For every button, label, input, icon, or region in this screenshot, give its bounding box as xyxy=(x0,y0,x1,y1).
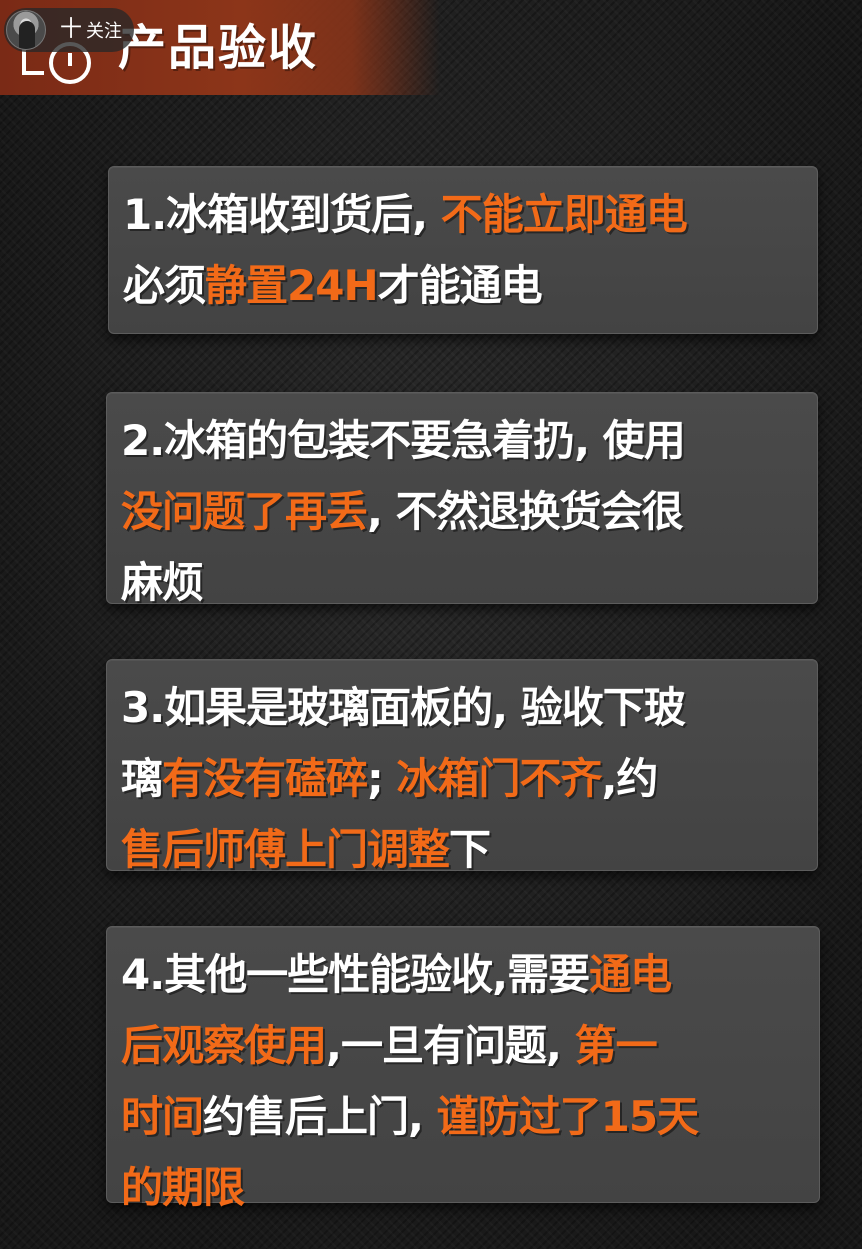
card-line: 麻烦 xyxy=(121,547,817,618)
card-line: 售后师傅上门调整下 xyxy=(121,814,817,885)
tip-card-2: 2.冰箱的包装不要急着扔, 使用 没问题了再丢, 不然退换货会很 麻烦 xyxy=(106,392,818,607)
follow-label: 关注 xyxy=(86,21,123,42)
avatar[interactable] xyxy=(6,10,46,50)
highlight-text: 不能立即通电 xyxy=(440,190,688,239)
card-line: 没问题了再丢, 不然退换货会很 xyxy=(121,476,817,547)
card-line: 时间约售后上门, 谨防过了15天 xyxy=(121,1081,819,1152)
body-text: 2.冰箱的包装不要急着扔, 使用 xyxy=(121,416,686,465)
body-text: , 不然退换货会很 xyxy=(367,487,684,536)
card-line: 3.如果是玻璃面板的, 验收下玻 xyxy=(121,672,817,743)
highlight-text: 的期限 xyxy=(121,1163,245,1212)
body-text: ,约 xyxy=(601,754,658,803)
tip-card-1: 1.冰箱收到货后, 不能立即通电 必须静置24H才能通电 xyxy=(108,166,818,334)
body-text: 1.冰箱收到货后, xyxy=(123,190,441,239)
highlight-text: 时间 xyxy=(121,1092,204,1141)
highlight-text: 冰箱门不齐 xyxy=(396,754,602,803)
highlight-text: 没问题了再丢 xyxy=(121,487,368,536)
body-text: 下 xyxy=(449,825,491,874)
body-text: 必须 xyxy=(123,261,206,310)
tip-card-3: 3.如果是玻璃面板的, 验收下玻 璃有没有磕碎; 冰箱门不齐,约 售后师傅上门调整下 xyxy=(106,659,818,874)
body-text: 3.如果是玻璃面板的, 验收下玻 xyxy=(121,683,686,732)
body-text: 才能通电 xyxy=(377,261,543,310)
body-text: 麻烦 xyxy=(121,558,204,607)
highlight-text: 售后师傅上门调整 xyxy=(121,825,450,874)
follow-button[interactable]: 十 关注 xyxy=(4,8,134,52)
highlight-text: 谨防过了15天 xyxy=(436,1092,699,1141)
body-text: 4.其他一些性能验收,需要 xyxy=(121,950,590,999)
highlight-text: 第一 xyxy=(574,1021,658,1070)
card-line: 必须静置24H才能通电 xyxy=(123,250,817,321)
body-text: 约售后上门, xyxy=(203,1092,437,1141)
card-line: 璃有没有磕碎; 冰箱门不齐,约 xyxy=(121,743,817,814)
page-title: 产品验收 xyxy=(118,20,319,76)
card-line: 后观察使用,一旦有问题, 第一 xyxy=(121,1010,819,1081)
body-text: 璃 xyxy=(121,754,163,803)
plus-icon: 十 xyxy=(60,17,83,42)
card-line: 的期限 xyxy=(121,1152,819,1223)
tip-card-4: 4.其他一些性能验收,需要通电 后观察使用,一旦有问题, 第一 时间约售后上门, 谨… xyxy=(106,926,820,1212)
body-text: ,一旦有问题, xyxy=(326,1021,575,1070)
highlight-text: 有没有磕碎 xyxy=(162,754,368,803)
card-line: 4.其他一些性能验收,需要通电 xyxy=(121,939,819,1010)
body-text: ; xyxy=(367,754,397,803)
card-line: 2.冰箱的包装不要急着扔, 使用 xyxy=(121,405,817,476)
card-line: 1.冰箱收到货后, 不能立即通电 xyxy=(123,179,817,250)
highlight-text: 静置24H xyxy=(205,261,379,310)
highlight-text: 通电 xyxy=(589,950,672,999)
highlight-text: 后观察使用 xyxy=(121,1021,327,1070)
